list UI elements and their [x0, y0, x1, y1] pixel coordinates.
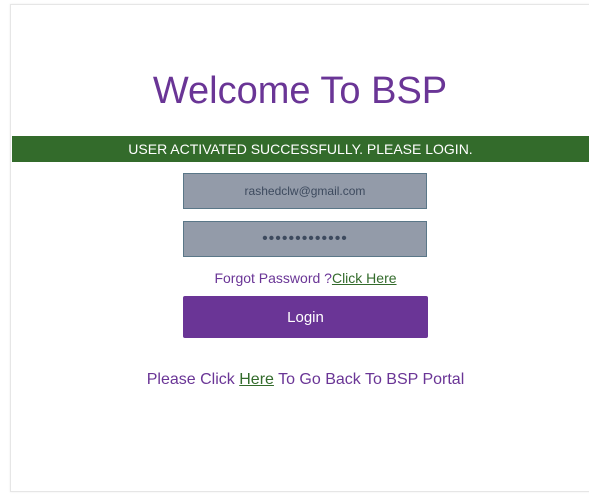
page-title: Welcome To BSP [152, 70, 448, 112]
back-to-portal-row: Please Click Here To Go Back To BSP Port… [0, 371, 589, 389]
success-banner: USER ACTIVATED SUCCESSFULLY. PLEASE LOGI… [12, 136, 589, 162]
password-field[interactable] [183, 221, 427, 257]
forgot-password-link[interactable]: Click Here [332, 270, 397, 286]
forgot-password-row: Forgot Password ?Click Here [0, 270, 589, 286]
back-suffix-text: To Go Back To BSP Portal [273, 371, 465, 388]
back-prefix-text: Please Click [146, 371, 240, 388]
login-button[interactable]: Login [183, 296, 428, 338]
forgot-password-text: Forgot Password ? [214, 270, 332, 286]
back-to-portal-link[interactable]: Here [239, 371, 274, 388]
email-field[interactable] [183, 173, 427, 209]
